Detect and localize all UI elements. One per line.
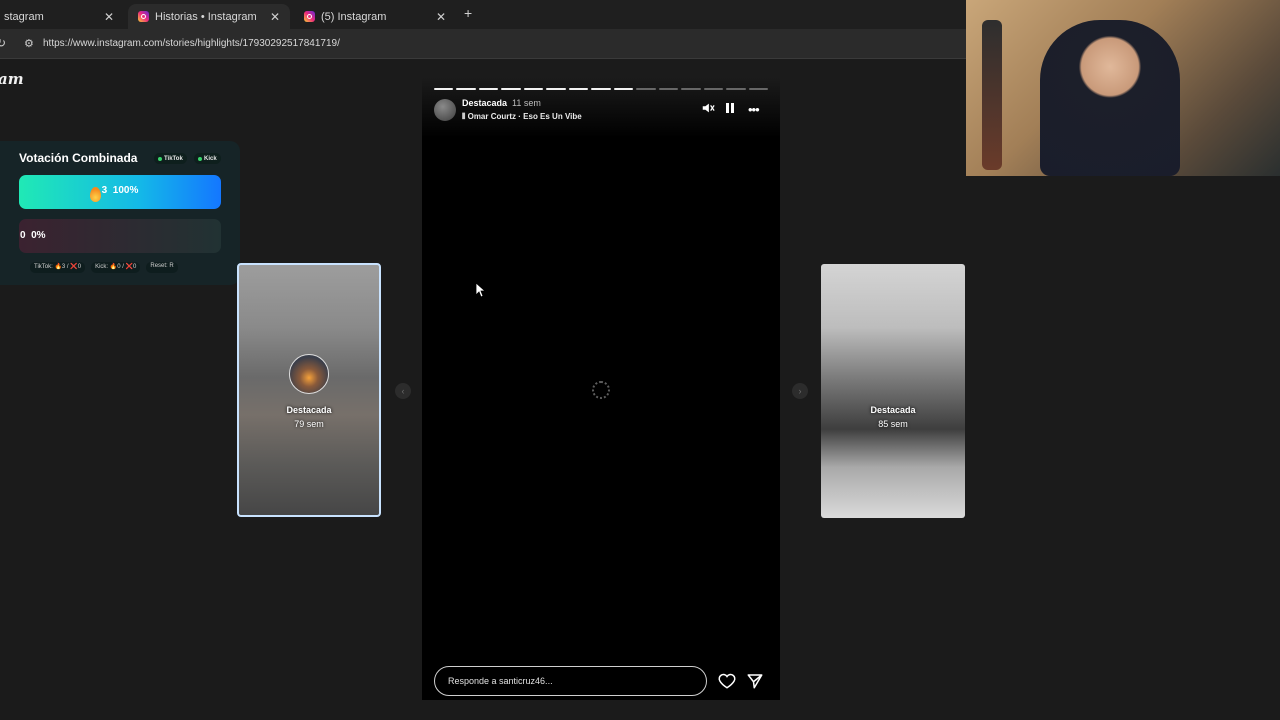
progress-segment xyxy=(636,88,656,90)
close-tab-icon[interactable]: ✕ xyxy=(270,10,280,24)
kick-badge: Kick xyxy=(194,153,221,164)
next-story-button[interactable]: › xyxy=(792,383,808,399)
tab-instagram-1[interactable]: stagram ✕ xyxy=(0,4,124,29)
tab-title: Historias • Instagram xyxy=(155,10,257,23)
previous-story-button[interactable]: ‹ xyxy=(395,383,411,399)
instagram-logo[interactable]: am xyxy=(0,70,24,88)
story-username[interactable]: Destacada xyxy=(462,98,507,108)
progress-segment xyxy=(434,88,454,90)
vote-option2-text: 0 0% xyxy=(20,230,46,241)
music-label: Omar Courtz · Eso Es Un Vibe xyxy=(467,112,582,121)
vote-footer: TikTok: 🔥3 / ❌0 Kick: 🔥0 / ❌0 Reset: R xyxy=(30,262,210,273)
progress-segment xyxy=(456,88,476,90)
close-tab-icon[interactable]: ✕ xyxy=(104,10,114,24)
progress-segment xyxy=(748,88,769,90)
heart-icon[interactable] xyxy=(718,672,736,690)
progress-segment xyxy=(523,88,544,90)
close-tab-icon[interactable]: ✕ xyxy=(436,10,446,24)
badge-label: TikTok xyxy=(164,155,183,162)
progress-segment xyxy=(703,88,724,90)
progress-segment xyxy=(501,88,521,90)
progress-segment xyxy=(726,88,746,90)
badge-label: Kick xyxy=(204,155,217,162)
preview-time: 85 sem xyxy=(878,419,908,429)
new-tab-button[interactable]: + xyxy=(464,5,472,21)
status-dot-icon xyxy=(158,156,162,161)
status-dot-icon xyxy=(198,156,202,161)
story-progress-bar xyxy=(434,88,769,90)
tiktok-tally: TikTok: 🔥3 / ❌0 xyxy=(30,262,86,273)
highlight-avatar xyxy=(289,354,329,394)
instagram-favicon-icon xyxy=(304,11,315,22)
preview-time: 79 sem xyxy=(294,419,324,429)
kick-tally: Kick: 🔥0 / ❌0 xyxy=(91,262,141,273)
story-music[interactable]: ⫴ Omar Courtz · Eso Es Un Vibe xyxy=(462,112,582,122)
guitar xyxy=(982,20,1002,170)
url-field[interactable]: https://www.instagram.com/stories/highli… xyxy=(43,38,340,49)
loading-spinner-icon xyxy=(592,381,610,399)
reset-hint: Reset: R xyxy=(146,262,178,273)
pause-icon[interactable] xyxy=(724,102,736,114)
vote-option1-text: 3 100% xyxy=(0,185,240,196)
reply-input[interactable] xyxy=(434,666,707,696)
progress-segment xyxy=(681,88,701,90)
more-options-icon[interactable]: ••• xyxy=(748,102,760,117)
vote-count: 0 xyxy=(20,230,26,241)
site-settings-icon[interactable]: ⚙ xyxy=(24,37,34,50)
instagram-favicon-icon xyxy=(138,11,149,22)
tiktok-badge: TikTok xyxy=(154,153,187,164)
send-icon[interactable] xyxy=(746,672,764,690)
tab-title: stagram xyxy=(4,10,44,23)
story-avatar[interactable] xyxy=(434,99,456,121)
tab-title: (5) Instagram xyxy=(321,10,387,23)
progress-segment xyxy=(478,88,499,90)
vote-percent: 100% xyxy=(112,185,139,196)
reload-icon[interactable]: ↻ xyxy=(0,36,6,50)
vote-count: 3 xyxy=(101,185,108,196)
progress-segment xyxy=(613,88,634,90)
streamer xyxy=(1040,20,1180,176)
muted-speaker-icon[interactable] xyxy=(701,101,715,115)
tab-historias[interactable]: Historias • Instagram ✕ xyxy=(128,4,290,29)
vote-percent: 0% xyxy=(31,230,46,241)
tab-instagram-5[interactable]: (5) Instagram ✕ xyxy=(294,4,456,29)
progress-segment xyxy=(658,88,679,90)
story-time: 11 sem xyxy=(512,98,541,108)
vote-bar-option2 xyxy=(19,219,221,253)
progress-segment xyxy=(568,88,589,90)
progress-segment xyxy=(591,88,611,90)
progress-segment xyxy=(546,88,566,90)
story-preview-right[interactable] xyxy=(821,264,965,518)
vote-title: Votación Combinada xyxy=(19,151,138,165)
mouse-cursor-icon xyxy=(475,282,487,298)
preview-title: Destacada xyxy=(286,405,332,415)
preview-title: Destacada xyxy=(870,405,916,415)
